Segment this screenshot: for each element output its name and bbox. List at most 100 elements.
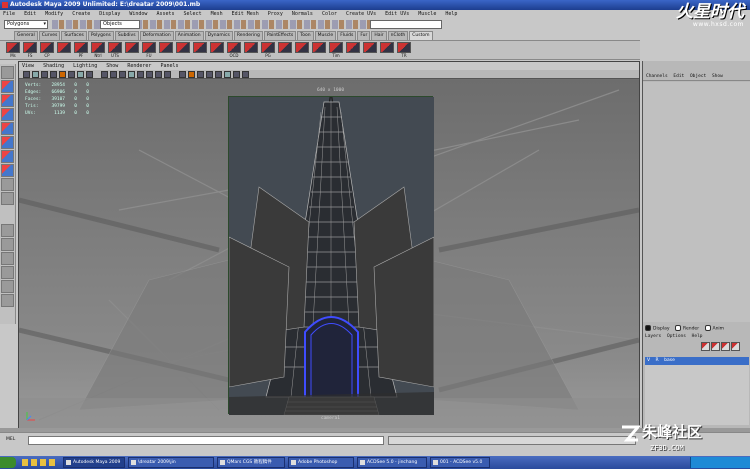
channel-menu-channels[interactable]: Channels	[646, 74, 668, 79]
shelf-button[interactable]: FU	[142, 42, 156, 59]
layout-outliner-icon[interactable]	[1, 266, 14, 279]
menu-edit-uvs[interactable]: Edit UVs	[385, 11, 409, 17]
shelf-button[interactable]	[244, 42, 258, 59]
show-manipulator-icon[interactable]	[1, 178, 14, 191]
lasso-tool-icon[interactable]	[1, 80, 14, 93]
layer-row-base[interactable]: V R base	[645, 357, 749, 365]
shelf-button[interactable]	[312, 42, 326, 59]
task-photoshop[interactable]: Adobe Photoshop	[288, 457, 354, 468]
select-tool-icon[interactable]	[1, 66, 14, 79]
shelf-tab[interactable]: Dynamics	[204, 31, 233, 40]
shelf-tab[interactable]: PaintEffects	[263, 31, 297, 40]
shelf-button[interactable]: TR	[397, 42, 411, 59]
panel-toolbar-icon[interactable]	[188, 71, 195, 78]
quick-input-field[interactable]	[370, 20, 442, 29]
menu-window[interactable]: Window	[129, 11, 147, 17]
panel-toolbar-icon[interactable]	[146, 71, 153, 78]
layer-name[interactable]: base	[664, 358, 675, 363]
panel-toolbar-icon[interactable]	[23, 71, 30, 78]
channel-menu-object[interactable]: Object	[690, 74, 706, 79]
menu-create[interactable]: Create	[72, 11, 90, 17]
mel-input[interactable]	[28, 436, 384, 445]
shelf-button[interactable]: PG	[261, 42, 275, 59]
menu-normals[interactable]: Normals	[292, 11, 313, 17]
panel-toolbar-icon[interactable]	[86, 71, 93, 78]
panel-toolbar-icon[interactable]	[41, 71, 48, 78]
shelf-button[interactable]	[278, 42, 292, 59]
task-acdsee-viewer[interactable]: 001 - ACDSee v5.0	[430, 457, 490, 468]
panel-menu-lighting[interactable]: Lighting	[73, 63, 97, 69]
panel-toolbar-icon[interactable]	[101, 71, 108, 78]
menu-muscle[interactable]: Muscle	[418, 11, 436, 17]
shelf-tab[interactable]: General	[14, 31, 38, 40]
shelf-button[interactable]	[363, 42, 377, 59]
panel-toolbar-icon[interactable]	[242, 71, 249, 78]
panel-menu-view[interactable]: View	[22, 63, 34, 69]
channel-menu-edit[interactable]: Edit	[673, 74, 684, 79]
shelf-button[interactable]	[125, 42, 139, 59]
task-acdsee[interactable]: ACDSee 5.0 - jinchang	[357, 457, 427, 468]
menu-display[interactable]: Display	[99, 11, 120, 17]
shelf-button[interactable]: FS	[23, 42, 37, 59]
menu-modify[interactable]: Modify	[45, 11, 63, 17]
panel-toolbar-icon[interactable]	[179, 71, 186, 78]
move-up-icon[interactable]	[721, 342, 730, 351]
menu-create-uvs[interactable]: Create UVs	[346, 11, 376, 17]
layout-side-icon[interactable]	[1, 252, 14, 265]
panel-toolbar-icon[interactable]	[164, 71, 171, 78]
shelf-button[interactable]	[346, 42, 360, 59]
panel-toolbar-icon[interactable]	[215, 71, 222, 78]
soft-mod-tool-icon[interactable]	[1, 164, 14, 177]
shelf-tab[interactable]: Surfaces	[61, 31, 87, 40]
move-tool-icon[interactable]	[1, 108, 14, 121]
menu-color[interactable]: Color	[322, 11, 337, 17]
shelf-button[interactable]: Ms	[6, 42, 20, 59]
scale-tool-icon[interactable]	[1, 136, 14, 149]
menu-proxy[interactable]: Proxy	[268, 11, 283, 17]
menu-set-select[interactable]: Polygons	[4, 20, 48, 29]
panel-toolbar-icon[interactable]	[128, 71, 135, 78]
shelf-button[interactable]: UTS	[108, 42, 122, 59]
shelf-button[interactable]	[193, 42, 207, 59]
rotate-tool-icon[interactable]	[1, 122, 14, 135]
panel-toolbar-icon[interactable]	[110, 71, 117, 78]
menu-edit[interactable]: Edit	[24, 11, 36, 17]
shelf-tab[interactable]: Rendering	[233, 31, 263, 40]
shelf-tab[interactable]: Toon	[297, 31, 314, 40]
panel-toolbar-icon[interactable]	[224, 71, 231, 78]
channel-box-body[interactable]	[643, 82, 750, 322]
mel-label[interactable]: MEL	[6, 436, 15, 444]
channel-menu-show[interactable]: Show	[712, 74, 723, 79]
shelf-button[interactable]	[57, 42, 71, 59]
panel-toolbar-icon[interactable]	[68, 71, 75, 78]
shelf-button[interactable]: CP	[40, 42, 54, 59]
layout-four-icon[interactable]	[1, 238, 14, 251]
move-down-icon[interactable]	[731, 342, 740, 351]
layer-menu-help[interactable]: Help	[692, 334, 703, 339]
menu-file[interactable]: File	[3, 11, 15, 17]
panel-toolbar-icon[interactable]	[32, 71, 39, 78]
menu-edit-mesh[interactable]: Edit Mesh	[232, 11, 259, 17]
menu-mesh[interactable]: Mesh	[211, 11, 223, 17]
shelf-button[interactable]	[380, 42, 394, 59]
manipulator-tool-icon[interactable]	[1, 150, 14, 163]
shelf-tab[interactable]: Fluids	[337, 31, 357, 40]
panel-menu-renderer[interactable]: Renderer	[127, 63, 151, 69]
start-button[interactable]	[0, 457, 16, 468]
shelf-button[interactable]	[159, 42, 173, 59]
shelf-tab[interactable]: Hair	[371, 31, 387, 40]
panel-toolbar-icon[interactable]	[155, 71, 162, 78]
panel-menu-show[interactable]: Show	[106, 63, 118, 69]
shelf-tab[interactable]: nCloth	[387, 31, 409, 40]
shelf-tab[interactable]: Polygons	[87, 31, 114, 40]
new-layer-icon[interactable]	[701, 342, 710, 351]
layer-visibility-toggle[interactable]: V	[647, 358, 650, 363]
layer-menu-options[interactable]: Options	[667, 334, 686, 339]
panel-menu-panels[interactable]: Panels	[160, 63, 178, 69]
shelf-tab[interactable]: Muscle	[314, 31, 337, 40]
task-document[interactable]: QMars CGS 教程稿件	[217, 457, 285, 468]
panel-toolbar-icon[interactable]	[119, 71, 126, 78]
layer-render-toggle[interactable]: R	[656, 358, 659, 363]
panel-toolbar-icon[interactable]	[77, 71, 84, 78]
task-folder[interactable]: \dreatar 2009\jin	[128, 457, 214, 468]
